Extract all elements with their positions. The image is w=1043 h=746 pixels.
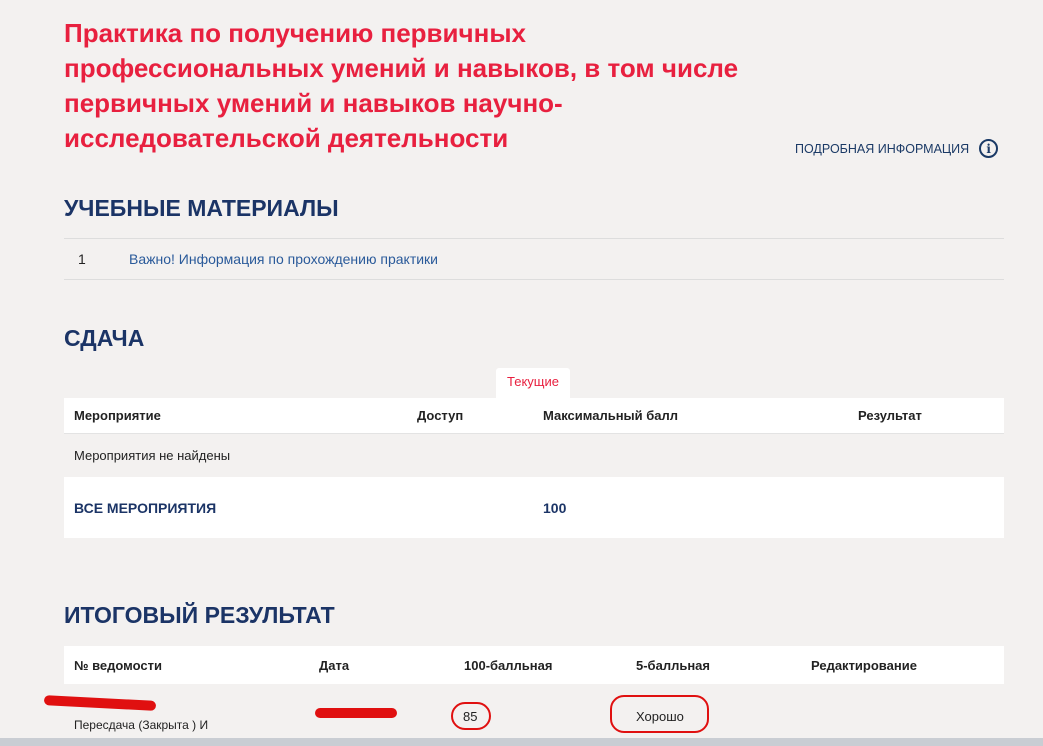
more-info-link[interactable]: ПОДРОБНАЯ ИНФОРМАЦИЯ i xyxy=(795,139,999,158)
info-icon: i xyxy=(979,139,999,158)
score-5: Хорошо xyxy=(636,709,684,724)
submission-heading: СДАЧА xyxy=(64,325,145,351)
empty-text: Мероприятия не найдены xyxy=(74,448,231,463)
final-table: № ведомости Дата 100-балльная 5-балльная… xyxy=(64,646,1004,684)
col-100: 100-балльная xyxy=(464,657,553,673)
more-info-label: ПОДРОБНАЯ ИНФОРМАЦИЯ xyxy=(795,141,970,156)
col-5: 5-балльная xyxy=(636,657,710,673)
score-100: 85 xyxy=(463,709,478,724)
table-header: Мероприятие Доступ Максимальный балл Рез… xyxy=(64,398,1004,434)
col-edit: Редактирование xyxy=(811,657,917,673)
col-number: № ведомости xyxy=(74,657,162,673)
redaction-mark xyxy=(315,708,397,718)
all-events-link[interactable]: ВСЕ МЕРОПРИЯТИЯ xyxy=(74,500,216,516)
list-item: 1 Важно! Информация по прохождению практ… xyxy=(64,238,1004,280)
material-link[interactable]: Важно! Информация по прохождению практик… xyxy=(129,251,438,267)
redaction-mark xyxy=(43,695,157,711)
col-date: Дата xyxy=(319,657,350,673)
col-max: Максимальный балл xyxy=(543,408,679,423)
total-max: 100 xyxy=(543,499,567,516)
scrollbar-track[interactable] xyxy=(0,738,1043,746)
col-result: Результат xyxy=(858,408,922,423)
item-number: 1 xyxy=(78,251,86,267)
submission-table: Мероприятие Доступ Максимальный балл Рез… xyxy=(64,398,1004,538)
total-row: ВСЕ МЕРОПРИЯТИЯ 100 xyxy=(64,477,1004,538)
tab-current[interactable]: Текущие xyxy=(496,368,570,398)
table-header: № ведомости Дата 100-балльная 5-балльная… xyxy=(64,646,1004,684)
sheet-type: Пересдача (Закрыта ) И xyxy=(74,718,209,732)
col-event: Мероприятие xyxy=(74,408,161,423)
page-title: Практика по получению первичных професси… xyxy=(64,18,739,153)
col-access: Доступ xyxy=(417,408,464,423)
final-heading: ИТОГОВЫЙ РЕЗУЛЬТАТ xyxy=(64,602,335,628)
empty-row: Мероприятия не найдены xyxy=(64,434,1004,477)
materials-heading: УЧЕБНЫЕ МАТЕРИАЛЫ xyxy=(64,195,339,221)
